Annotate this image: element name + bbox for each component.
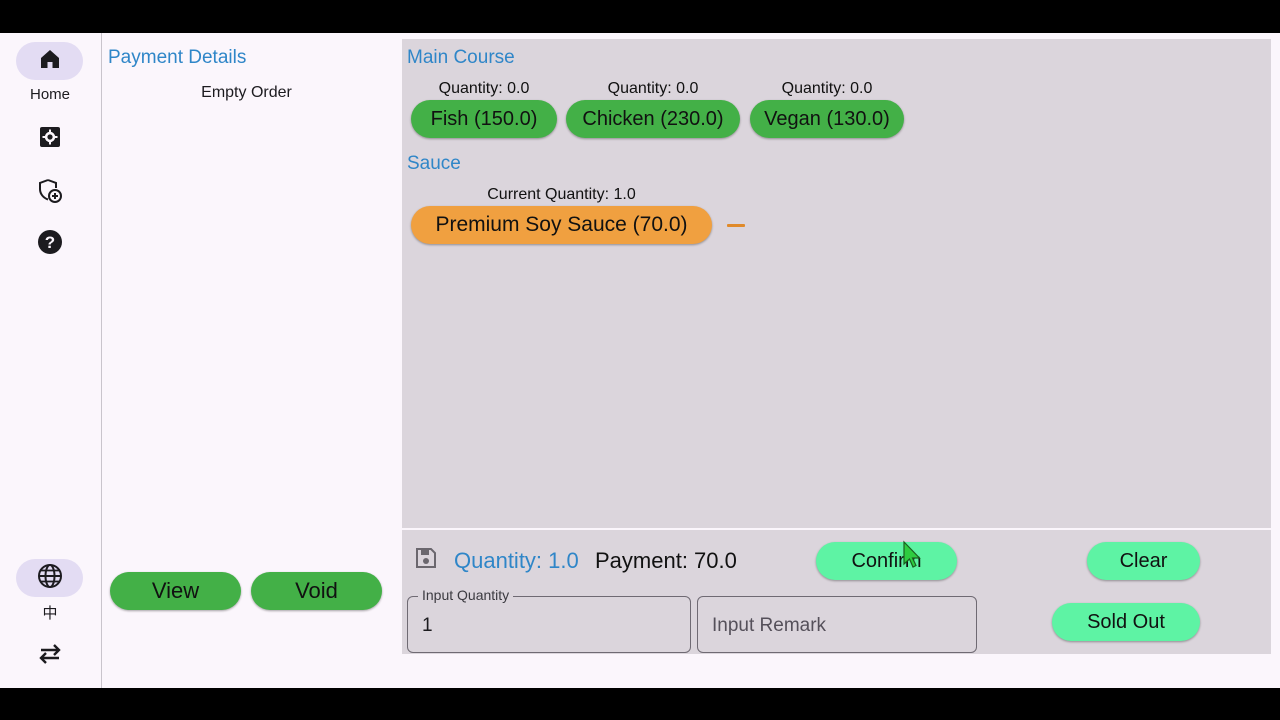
order-bar: Quantity: 1.0 Payment: 70.0 Confirm Clea… [402, 530, 1271, 654]
section-title-main-course: Main Course [407, 47, 515, 68]
remark-input[interactable]: Input Remark [697, 596, 977, 653]
help-icon[interactable]: ? [36, 228, 64, 256]
language-button[interactable] [16, 559, 83, 597]
mouse-cursor-icon [902, 540, 922, 570]
save-icon[interactable] [414, 546, 438, 570]
void-button[interactable]: Void [251, 572, 382, 610]
view-button[interactable]: View [110, 572, 241, 610]
nav-home-button[interactable] [16, 42, 83, 80]
quantity-label-vegan: Quantity: 0.0 [781, 80, 873, 97]
quantity-status: Quantity: 1.0 [454, 548, 579, 573]
app-window: Home ? 中 Payment Details Empty Order Vie… [0, 33, 1280, 688]
menu-item-premium-soy-sauce[interactable]: Premium Soy Sauce (70.0) [411, 206, 712, 244]
swap-icon[interactable] [36, 640, 64, 668]
decrease-quantity-button[interactable] [727, 224, 745, 227]
quantity-input[interactable]: Input Quantity 1 [407, 587, 691, 653]
quantity-label-soy-sauce: Current Quantity: 1.0 [487, 186, 636, 203]
menu-panel: Main Course Quantity: 0.0 Fish (150.0) Q… [402, 39, 1271, 528]
remark-input-placeholder: Input Remark [712, 615, 827, 636]
quantity-input-value: 1 [422, 615, 433, 636]
shield-add-icon[interactable] [36, 177, 64, 205]
clear-button[interactable]: Clear [1087, 542, 1200, 580]
quantity-label-fish: Quantity: 0.0 [438, 80, 530, 97]
home-icon [38, 47, 62, 76]
svg-text:?: ? [45, 233, 55, 252]
section-title-sauce: Sauce [407, 153, 461, 174]
globe-icon [37, 563, 63, 594]
language-label: 中 [42, 605, 58, 622]
confirm-button[interactable]: Confirm [816, 542, 957, 580]
sold-out-button[interactable]: Sold Out [1052, 603, 1200, 641]
menu-item-vegan[interactable]: Vegan (130.0) [750, 100, 904, 138]
nav-rail: Home ? 中 [0, 33, 102, 688]
nav-home-label: Home [29, 86, 70, 103]
quantity-input-label: Input Quantity [418, 587, 514, 603]
empty-order-text: Empty Order [201, 84, 292, 101]
quantity-label-chicken: Quantity: 0.0 [607, 80, 699, 97]
menu-item-fish[interactable]: Fish (150.0) [411, 100, 557, 138]
payment-title: Payment Details [108, 47, 247, 68]
payment-status: Payment: 70.0 [595, 548, 737, 573]
settings-box-icon[interactable] [36, 123, 64, 151]
menu-item-chicken[interactable]: Chicken (230.0) [566, 100, 740, 138]
payment-panel: Payment Details Empty Order View Void [103, 33, 401, 688]
